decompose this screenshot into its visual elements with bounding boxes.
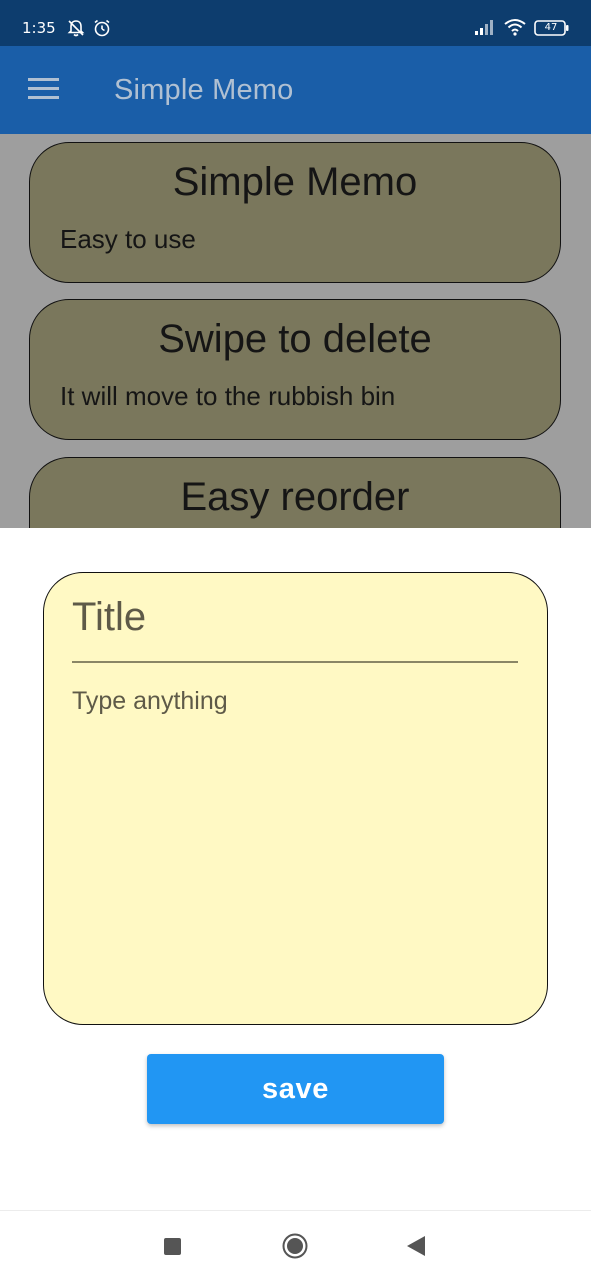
app-title: Simple Memo	[114, 74, 294, 106]
title-input[interactable]	[72, 593, 518, 641]
memo-body: Easy to use	[60, 224, 196, 254]
battery-level: 47	[544, 22, 558, 33]
status-bar: 1:35 47	[0, 0, 591, 46]
memo-body-input[interactable]	[72, 685, 518, 995]
hamburger-menu-icon[interactable]	[28, 78, 60, 102]
alarm-icon	[94, 19, 110, 37]
memo-editor-card	[43, 572, 548, 1025]
new-memo-sheet: save	[0, 528, 591, 1210]
back-triangle-icon[interactable]	[406, 1235, 426, 1257]
title-underline	[72, 661, 518, 663]
save-button[interactable]: save	[147, 1054, 444, 1124]
memo-list: Simple Memo Easy to use Swipe to delete …	[0, 134, 591, 528]
memo-card[interactable]: Simple Memo Easy to use	[29, 142, 561, 283]
memo-title: Easy reorder	[180, 475, 410, 519]
memo-title: Swipe to delete	[158, 317, 432, 361]
memo-card[interactable]: Easy reorder	[29, 457, 561, 528]
memo-body: It will move to the rubbish bin	[60, 381, 396, 411]
signal-icon	[475, 20, 493, 35]
status-time: 1:35	[22, 19, 56, 37]
notifications-off-icon	[67, 20, 85, 37]
app-bar: Simple Memo	[0, 46, 591, 134]
memo-title: Simple Memo	[172, 160, 418, 204]
recents-square-icon[interactable]	[164, 1238, 181, 1255]
memo-card[interactable]: Swipe to delete It will move to the rubb…	[29, 299, 561, 440]
navigation-bar	[0, 1210, 591, 1280]
home-circle-icon[interactable]	[282, 1233, 308, 1259]
wifi-icon	[504, 19, 526, 36]
